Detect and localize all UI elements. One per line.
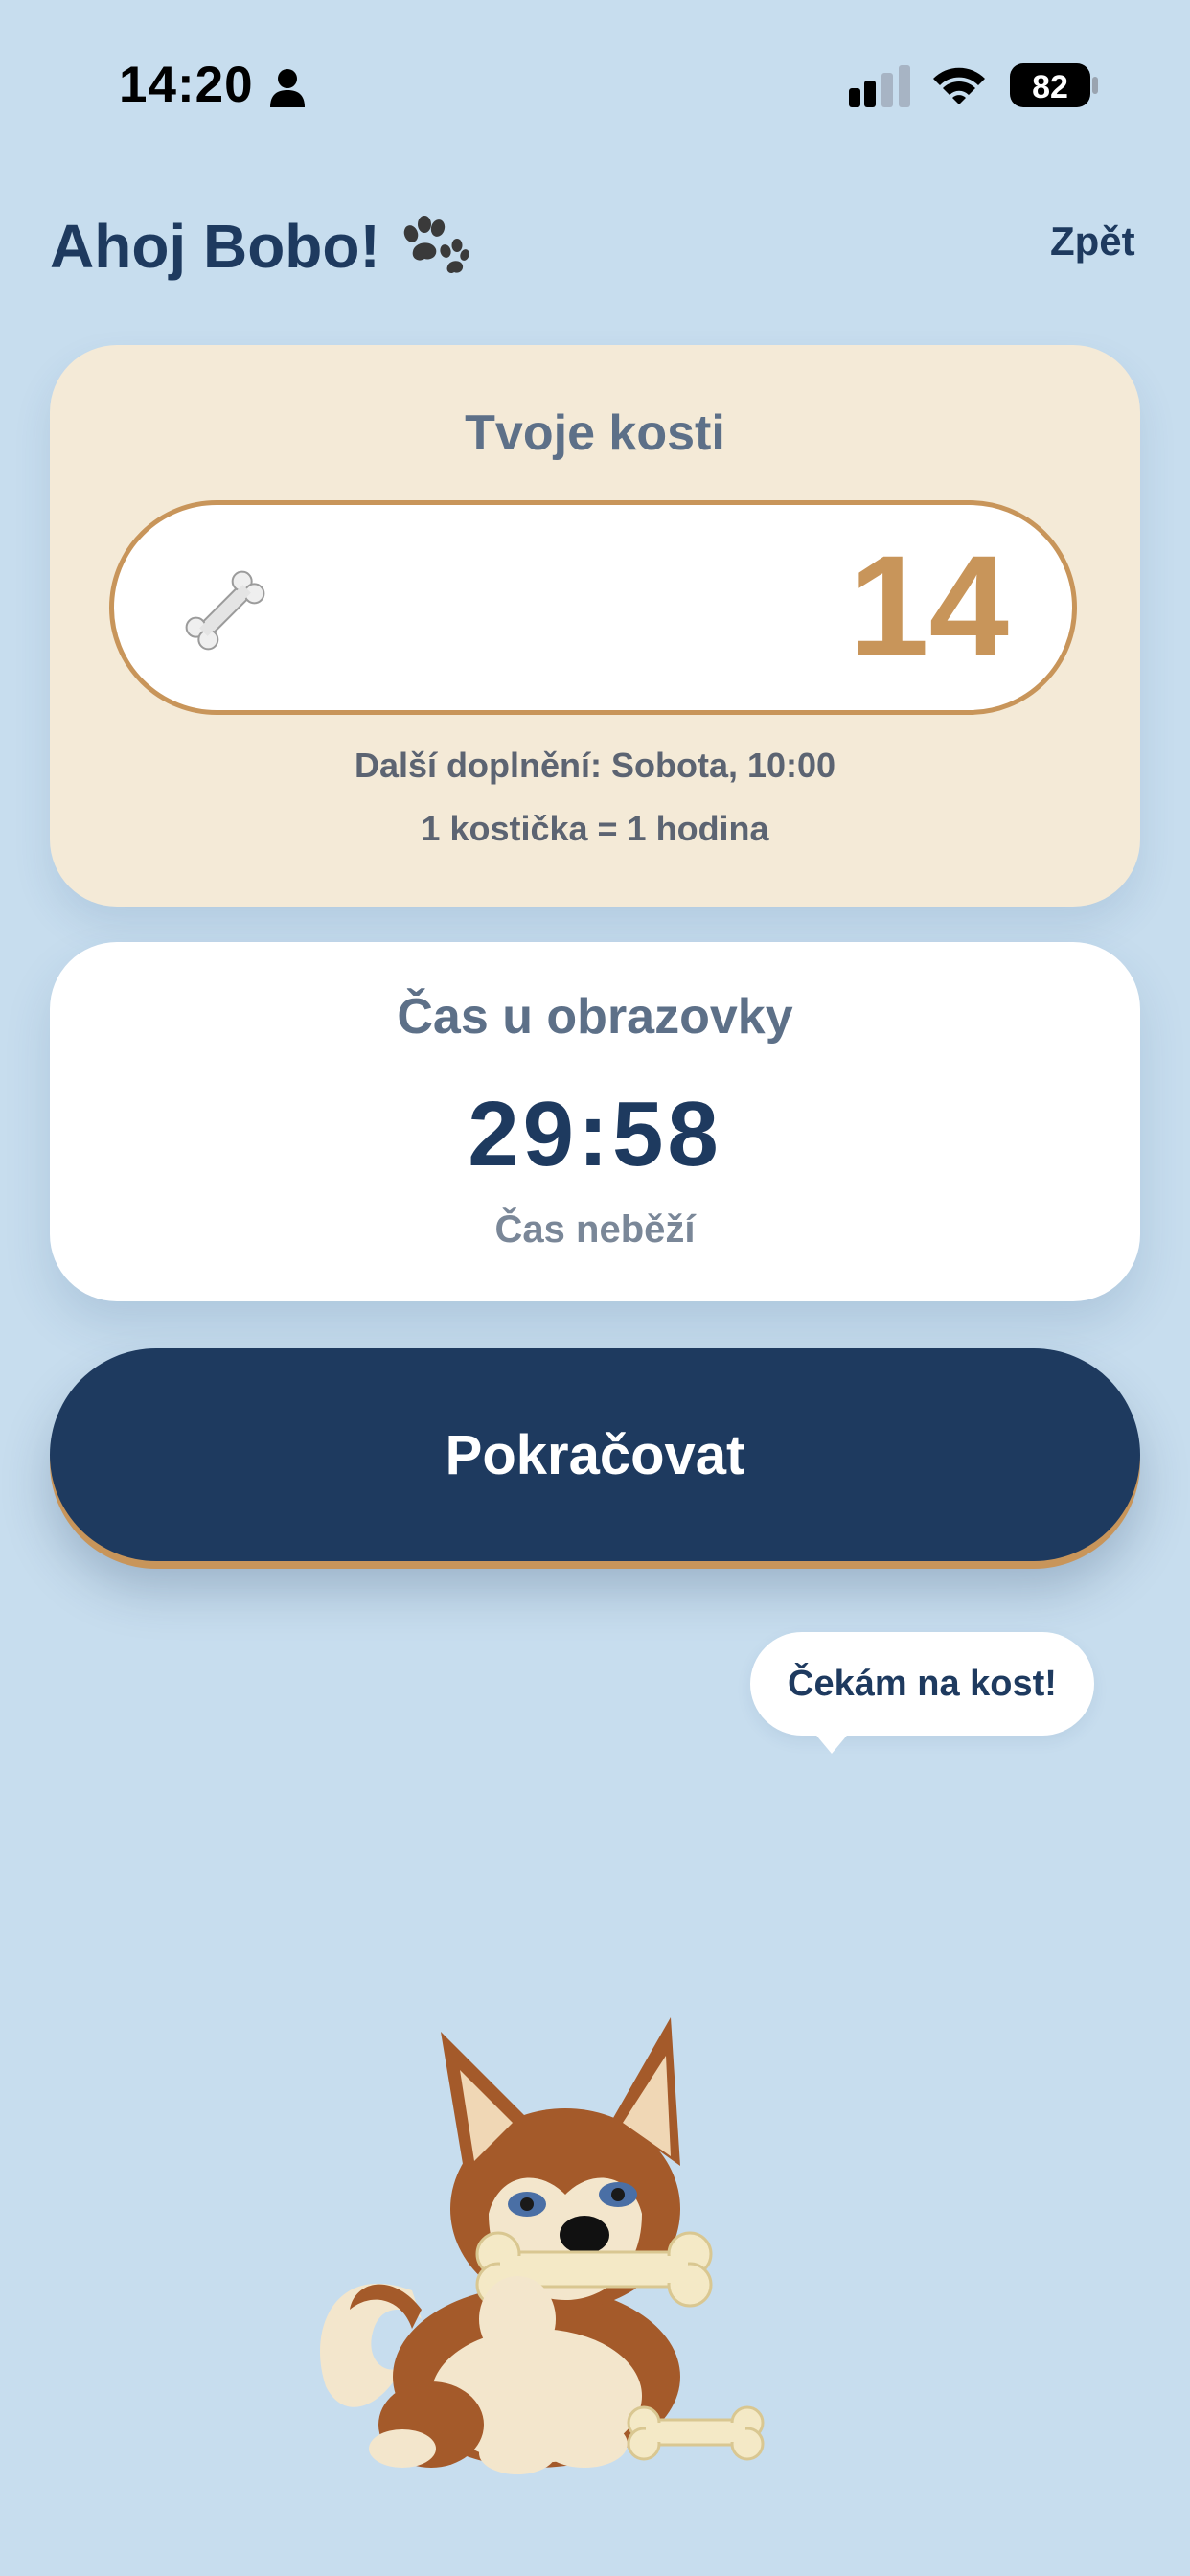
dog-mascot-illustration [320,2017,765,2474]
screen-time-status: Čas neběží [494,1208,696,1251]
status-time: 14:20 [119,57,254,113]
wifi-icon [933,67,985,104]
speech-bubble-tail [812,1731,851,1754]
continue-button[interactable]: Pokračovat [50,1348,1140,1561]
person-icon [270,69,305,107]
bones-card: Tvoje kosti 14 Další doplnění: Sobota, 1… [50,345,1140,907]
back-button[interactable]: Zpět [1050,218,1135,264]
screen-time-value: 29:58 [468,1083,722,1185]
cellular-signal-icon [849,65,910,107]
bone-icon [185,570,265,651]
bones-count: 14 [849,525,1009,686]
greeting-title: Ahoj Bobo! [50,211,469,282]
battery-level: 82 [1032,69,1068,105]
bones-counter: 14 [109,500,1077,715]
bones-title: Tvoje kosti [465,405,725,461]
screen-time-title: Čas u obrazovky [397,989,793,1045]
speech-bubble: Čekám na kost! [750,1632,1094,1736]
screen-time-card: Čas u obrazovky 29:58 Čas neběží [50,942,1140,1301]
bone-rate-text: 1 kostička = 1 hodina [421,809,769,848]
paw-icon [403,216,469,274]
greeting-text: Ahoj Bobo! [50,212,380,281]
battery-icon: 82 [1010,63,1098,107]
next-refill-text: Další doplnění: Sobota, 10:00 [354,746,836,785]
